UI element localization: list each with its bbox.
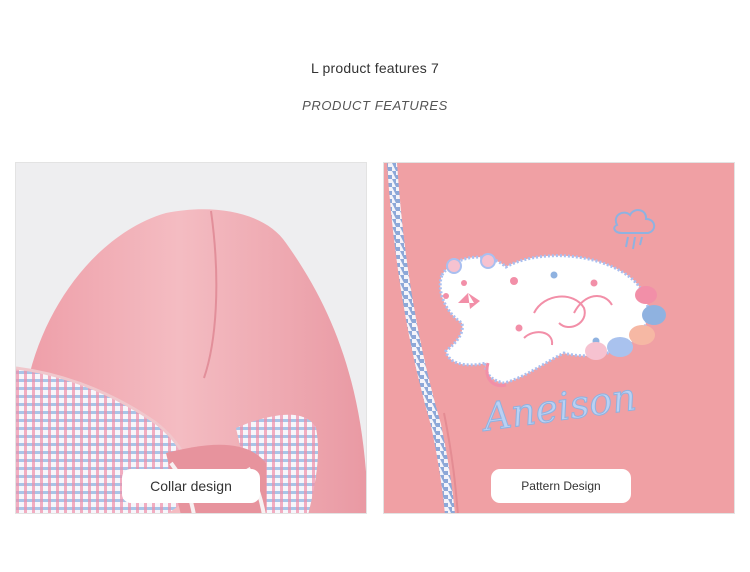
pattern-design-panel: Aneison Pattern Design: [383, 162, 735, 514]
page-subtitle: PRODUCT FEATURES: [302, 98, 448, 113]
page-title: L product features 7: [310, 60, 439, 76]
collar-design-caption: Collar design: [122, 469, 260, 503]
collar-design-panel: Collar design: [15, 162, 367, 514]
pattern-design-caption: Pattern Design: [491, 469, 631, 503]
hood-photo: [16, 163, 366, 513]
embroidery-photo: Aneison: [384, 163, 734, 513]
